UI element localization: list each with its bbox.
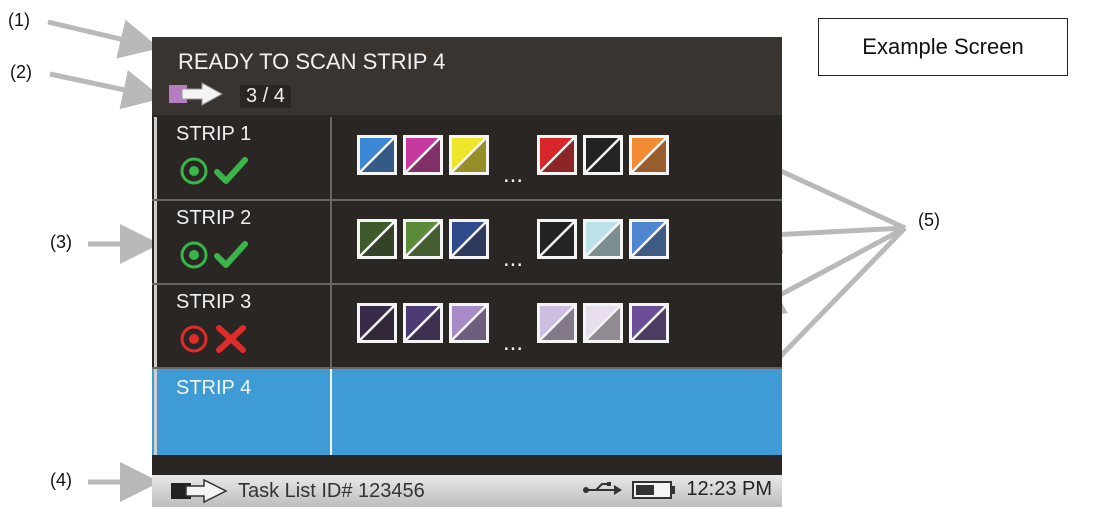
patch-ellipsis: ...	[503, 245, 524, 272]
strip-name: STRIP 1	[176, 123, 252, 145]
color-patch	[629, 135, 670, 175]
color-patch	[357, 219, 397, 259]
color-patch	[403, 135, 443, 175]
arrow-1	[47, 19, 160, 59]
progress-count: 3 / 4	[240, 85, 291, 108]
callout-5: (5)	[918, 210, 940, 230]
strip-status	[178, 239, 248, 271]
color-patch	[629, 219, 670, 259]
strip-name-cell: STRIP 1	[160, 117, 332, 199]
device-screen: READY TO SCAN STRIP 4 3 / 4 STRIP 1... ST…	[152, 37, 782, 507]
progress-indicator: 3 / 4	[168, 82, 291, 111]
color-patch	[583, 303, 624, 343]
color-patch	[449, 135, 489, 175]
x-mark-icon	[216, 325, 246, 353]
color-patch	[403, 303, 443, 343]
strip-name-cell: STRIP 4	[160, 369, 332, 455]
callout-4: (4)	[50, 470, 72, 490]
color-patch	[357, 303, 397, 343]
strip-row[interactable]: STRIP 1...	[152, 117, 782, 201]
target-icon	[180, 157, 208, 185]
strip-row-indicator	[154, 285, 157, 367]
color-patch	[449, 303, 489, 343]
status-bar: Task List ID# 123456 12:23 PM	[152, 475, 782, 507]
checkmark-icon	[214, 157, 248, 184]
strip-row-indicator	[154, 369, 157, 455]
page-title: READY TO SCAN STRIP 4	[178, 49, 446, 74]
strip-row[interactable]: STRIP 4	[152, 369, 782, 455]
task-list-id: Task List ID# 123456	[238, 479, 425, 502]
checkmark-icon	[214, 241, 248, 268]
color-patch	[403, 219, 443, 259]
patch-ellipsis: ...	[503, 161, 524, 188]
strip-row-indicator	[154, 201, 157, 283]
target-icon	[180, 325, 208, 353]
strip-row[interactable]: STRIP 3...	[152, 285, 782, 369]
usb-icon	[582, 480, 624, 500]
strip-name-cell: STRIP 3	[160, 285, 332, 367]
color-patch	[449, 219, 489, 259]
color-patch	[357, 135, 397, 175]
patch-ellipsis: ...	[503, 329, 524, 356]
color-patch	[583, 135, 624, 175]
strip-name: STRIP 3	[176, 291, 252, 313]
strip-row-indicator	[154, 117, 157, 199]
strip-list: STRIP 1... STRIP 2... STRIP 3... STRIP 4	[152, 117, 782, 455]
strip-progress-icon	[168, 82, 224, 111]
strip-status	[178, 155, 248, 187]
strip-name-cell: STRIP 2	[160, 201, 332, 283]
strip-status	[178, 323, 248, 355]
color-patch	[583, 219, 624, 259]
target-icon	[180, 241, 208, 269]
task-list-arrow-icon	[170, 478, 228, 504]
strip-name: STRIP 4	[176, 377, 252, 399]
strip-row[interactable]: STRIP 2...	[152, 201, 782, 285]
arrow-2	[49, 70, 163, 110]
callout-3: (3)	[50, 232, 72, 252]
color-patches: ...	[357, 303, 675, 355]
color-patch	[537, 219, 578, 259]
header: READY TO SCAN STRIP 4 3 / 4	[152, 37, 782, 115]
color-patch	[537, 303, 578, 343]
color-patch	[629, 303, 670, 343]
strip-name: STRIP 2	[176, 207, 252, 229]
callout-2: (2)	[10, 62, 32, 82]
clock: 12:23 PM	[686, 478, 772, 500]
battery-icon	[632, 479, 676, 501]
color-patch	[537, 135, 578, 175]
example-screen-label: Example Screen	[818, 18, 1068, 76]
callout-1: (1)	[8, 10, 30, 30]
color-patches: ...	[357, 135, 675, 187]
color-patches: ...	[357, 219, 675, 271]
